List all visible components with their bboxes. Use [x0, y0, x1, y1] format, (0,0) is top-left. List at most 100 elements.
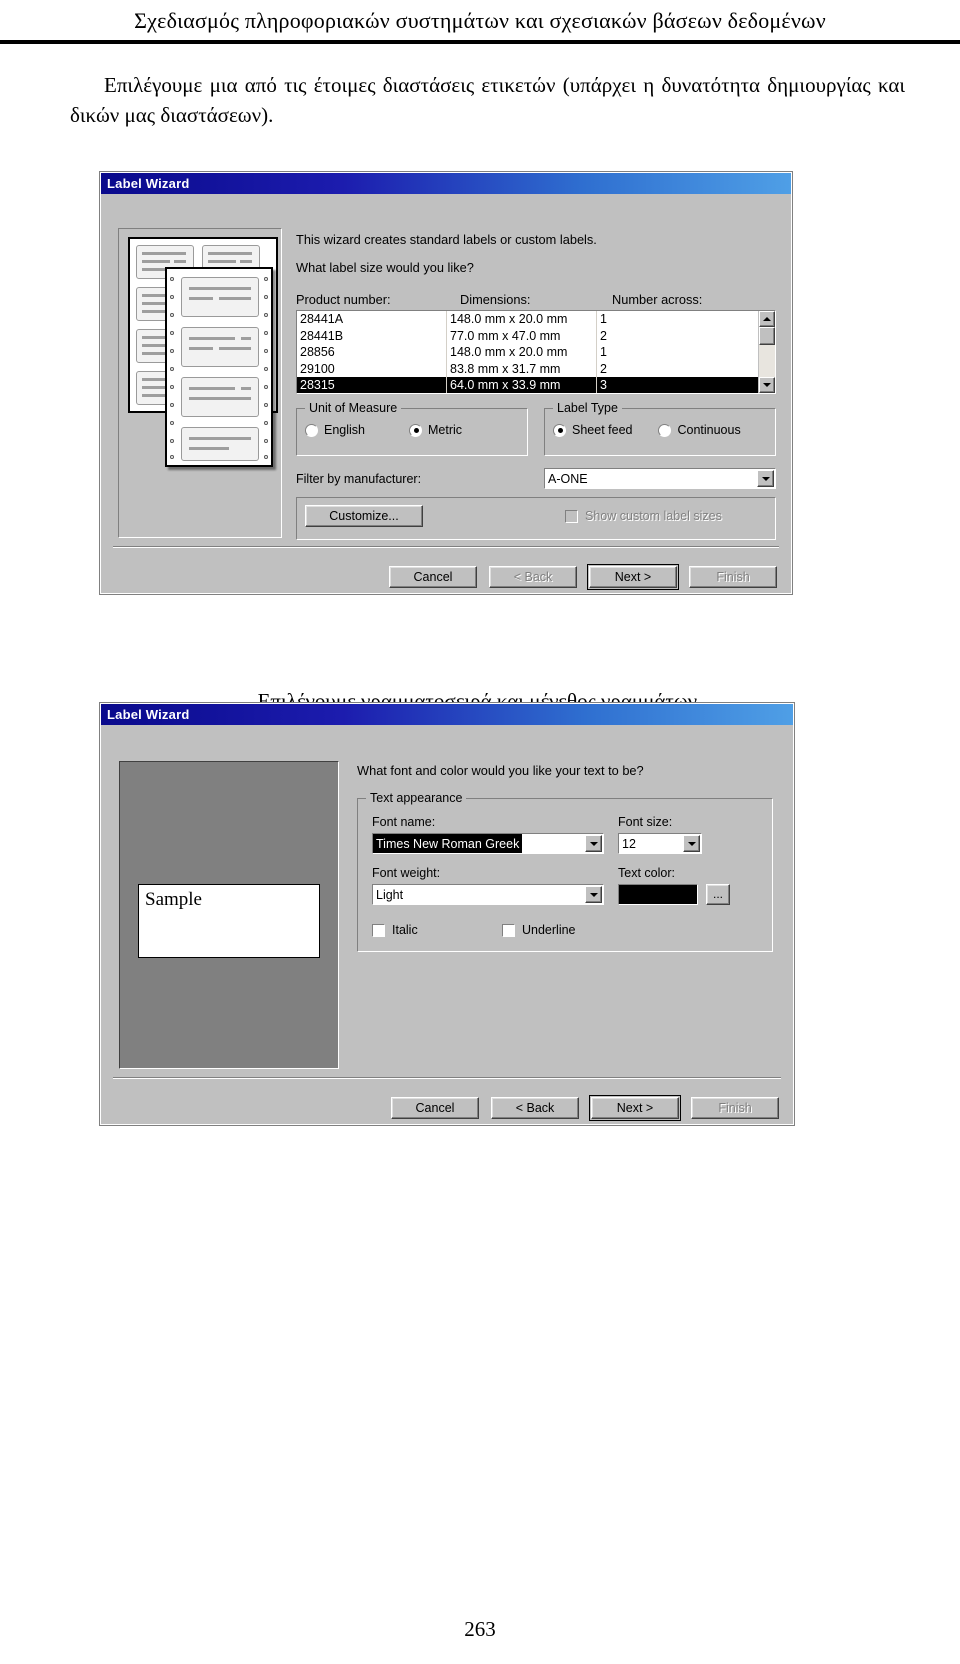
checkbox-indicator [565, 509, 578, 523]
table-row-selected[interactable]: 28315 64.0 mm x 33.9 mm 3 [297, 377, 758, 393]
scrollbar-track[interactable] [759, 345, 775, 377]
dialog-footer-buttons: Cancel < Back Next > Finish [113, 564, 777, 590]
unit-of-measure-group: Unit of Measure English Metric [296, 401, 528, 456]
cell-product: 28315 [297, 377, 447, 393]
page-number: 263 [464, 1617, 496, 1641]
chevron-down-icon [589, 841, 598, 846]
radio-sheet-feed-label: Sheet feed [572, 423, 633, 437]
table-row[interactable]: 28856 148.0 mm x 20.0 mm 1 [297, 344, 758, 361]
radio-continuous-label: Continuous [677, 423, 741, 437]
checkbox-indicator[interactable] [372, 923, 385, 937]
cell-dimensions: 148.0 mm x 20.0 mm [447, 311, 597, 328]
combobox-dropdown-button[interactable] [585, 835, 602, 852]
underline-label: Underline [522, 923, 576, 937]
wizard-intro-line-2: What label size would you like? [296, 260, 474, 275]
cell-across: 2 [600, 361, 607, 376]
dialog-title: Label Wizard [107, 176, 190, 191]
filter-by-manufacturer-label: Filter by manufacturer: [296, 471, 422, 486]
cell-product: 28441A [297, 311, 447, 328]
listview-vertical-scrollbar[interactable] [758, 311, 775, 393]
listview-rows[interactable]: 28441A 148.0 mm x 20.0 mm 1 28441B 77.0 … [297, 311, 758, 393]
column-header-product-number: Product number: [296, 292, 391, 307]
label-size-listview[interactable]: 28441A 148.0 mm x 20.0 mm 1 28441B 77.0 … [296, 310, 776, 394]
cell-across: 1 [600, 345, 607, 359]
customize-button[interactable]: Customize... [305, 505, 423, 527]
radio-continuous[interactable]: Continuous [658, 423, 741, 437]
radio-sheet-feed[interactable]: Sheet feed [553, 423, 632, 437]
dialog-titlebar: Label Wizard [101, 173, 791, 194]
back-button: < Back [489, 566, 577, 588]
chevron-down-icon [687, 841, 696, 846]
label-wizard-dialog-size: Label Wizard This wizard creates standar… [100, 172, 792, 594]
cell-dimensions: 77.0 mm x 47.0 mm [447, 327, 597, 344]
font-name-combobox[interactable]: Times New Roman Greek [372, 833, 604, 854]
scroll-down-button[interactable] [759, 377, 775, 393]
chevron-down-icon [589, 892, 598, 897]
next-button[interactable]: Next > [587, 564, 679, 590]
text-color-picker-button[interactable]: ... [706, 884, 730, 905]
scrollbar-thumb[interactable] [759, 327, 775, 345]
column-header-number-across: Number across: [612, 292, 703, 307]
label-wizard-dialog-font: Label Wizard Sample What font and color … [100, 703, 794, 1125]
radio-sheet-feed-indicator[interactable] [553, 423, 566, 437]
cell-dimensions: 83.8 mm x 31.7 mm [447, 360, 597, 377]
chevron-down-icon [763, 383, 771, 387]
cell-across: 2 [600, 328, 607, 343]
show-custom-label-sizes-checkbox: Show custom label sizes [565, 509, 722, 523]
underline-checkbox[interactable]: Underline [502, 923, 576, 937]
font-name-value: Times New Roman Greek [373, 834, 523, 853]
wizard-intro-line-1: This wizard creates standard labels or c… [296, 232, 597, 247]
combobox-dropdown-button[interactable] [683, 835, 700, 852]
radio-continuous-indicator[interactable] [658, 423, 672, 437]
radio-english[interactable]: English [305, 423, 365, 437]
font-size-label: Font size: [618, 815, 673, 829]
page-title: Σχεδιασμός πληροφοριακών συστημάτων και … [134, 8, 826, 33]
cell-across: 1 [600, 312, 607, 326]
dialog-titlebar: Label Wizard [101, 704, 793, 725]
radio-english-indicator[interactable] [305, 423, 318, 437]
filter-by-manufacturer-combobox[interactable]: A-ONE [544, 468, 776, 489]
show-custom-label-sizes-label: Show custom label sizes [585, 509, 722, 523]
table-row[interactable]: 28441B 77.0 mm x 47.0 mm 2 [297, 327, 758, 344]
next-button[interactable]: Next > [589, 1095, 681, 1121]
combobox-dropdown-button[interactable] [757, 470, 774, 487]
label-preview-pane [118, 228, 282, 538]
cell-product: 28441B [297, 327, 447, 344]
italic-label: Italic [392, 923, 418, 937]
back-button[interactable]: < Back [491, 1097, 579, 1119]
radio-english-label: English [324, 423, 365, 437]
column-header-dimensions: Dimensions: [460, 292, 531, 307]
filter-by-manufacturer-value: A-ONE [548, 472, 588, 486]
sample-text: Sample [145, 889, 202, 910]
font-weight-combobox[interactable]: Light [372, 884, 604, 905]
combobox-dropdown-button[interactable] [585, 886, 602, 903]
text-appearance-group: Text appearance Font name: Font size: Ti… [357, 791, 773, 952]
font-size-combobox[interactable]: 12 [618, 833, 702, 854]
table-row[interactable]: 28441A 148.0 mm x 20.0 mm 1 [297, 311, 758, 328]
dialog-footer-divider [113, 1077, 781, 1079]
font-name-label: Font name: [372, 815, 436, 829]
dialog-title: Label Wizard [107, 707, 190, 722]
header-divider [0, 40, 960, 44]
radio-metric-indicator[interactable] [409, 423, 422, 437]
sample-text-box: Sample [138, 884, 320, 958]
cancel-button[interactable]: Cancel [391, 1097, 479, 1119]
text-appearance-label: Text appearance [366, 791, 467, 805]
italic-checkbox[interactable]: Italic [372, 923, 502, 937]
dialog-footer-divider [113, 546, 779, 548]
cell-product: 29100 [297, 360, 447, 377]
table-row[interactable]: 29100 83.8 mm x 31.7 mm 2 [297, 360, 758, 377]
text-color-swatch[interactable] [618, 884, 698, 905]
label-sheet-front [165, 267, 273, 467]
document-header: Σχεδιασμός πληροφοριακών συστημάτων και … [0, 0, 960, 34]
radio-metric[interactable]: Metric [409, 423, 462, 437]
cell-product: 28856 [297, 344, 447, 361]
scroll-up-button[interactable] [759, 311, 775, 327]
checkbox-indicator[interactable] [502, 923, 515, 937]
font-size-value: 12 [622, 837, 636, 851]
cell-dimensions: 64.0 mm x 33.9 mm [447, 377, 597, 393]
cancel-button[interactable]: Cancel [389, 566, 477, 588]
font-weight-label: Font weight: [372, 866, 441, 880]
dialog-footer-buttons: Cancel < Back Next > Finish [113, 1095, 779, 1121]
text-color-label: Text color: [618, 866, 675, 880]
